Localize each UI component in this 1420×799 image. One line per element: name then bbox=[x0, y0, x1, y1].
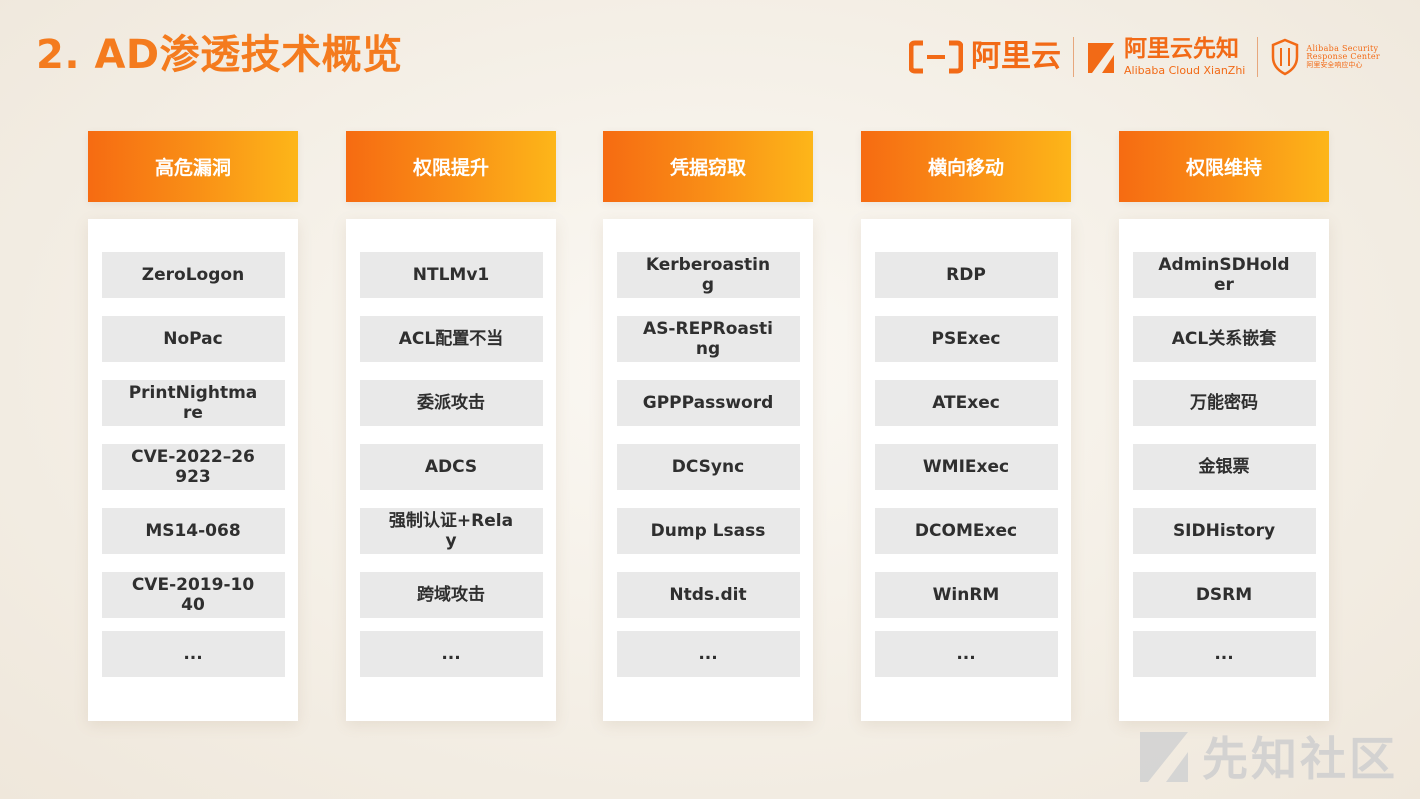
list-item: ACL关系嵌套 bbox=[1132, 316, 1316, 362]
xianzhi-watermark-icon bbox=[1140, 732, 1188, 782]
column-body: NTLMv1 ACL配置不当 委派攻击 ADCS 强制认证+Relay 跨域攻击… bbox=[346, 219, 556, 721]
aliyun-logo: 阿里云 bbox=[909, 39, 1061, 75]
page-title: 2. AD渗透技术概览 bbox=[36, 32, 403, 78]
column-persistence: 权限维持 AdminSDHolder ACL关系嵌套 万能密码 金银票 SIDH… bbox=[1119, 131, 1329, 721]
column-header: 权限维持 bbox=[1119, 131, 1329, 202]
logo-divider bbox=[1257, 37, 1259, 77]
column-body: AdminSDHolder ACL关系嵌套 万能密码 金银票 SIDHistor… bbox=[1119, 219, 1329, 721]
list-item: ACL配置不当 bbox=[359, 316, 543, 362]
list-item: ATExec bbox=[874, 380, 1058, 426]
column-header: 凭据窃取 bbox=[603, 131, 813, 202]
column-body: ZeroLogon NoPac PrintNightmare CVE-2022–… bbox=[88, 219, 298, 721]
aliyun-logo-text: 阿里云 bbox=[971, 39, 1061, 74]
list-item: DSRM bbox=[1132, 572, 1316, 618]
list-item: ADCS bbox=[359, 444, 543, 490]
xianzhi-logo-en: Alibaba Cloud XianZhi bbox=[1124, 64, 1246, 77]
list-item: Kerberoasting bbox=[616, 252, 800, 298]
column-header: 权限提升 bbox=[346, 131, 556, 202]
list-item: NoPac bbox=[101, 316, 285, 362]
column-lateral-movement: 横向移动 RDP PSExec ATExec WMIExec DCOMExec … bbox=[861, 131, 1071, 721]
list-item: MS14-068 bbox=[101, 508, 285, 554]
list-item: AdminSDHolder bbox=[1132, 252, 1316, 298]
asrc-logo: Alibaba Security Response Center 阿里安全响应中… bbox=[1270, 38, 1380, 76]
list-item: SIDHistory bbox=[1132, 508, 1316, 554]
column-body: Kerberoasting AS-REPRoasting GPPPassword… bbox=[603, 219, 813, 721]
brand-logos: 阿里云 阿里云先知 Alibaba Cloud XianZhi Alibaba … bbox=[909, 34, 1380, 80]
list-item: Ntds.dit bbox=[616, 572, 800, 618]
list-item: ... bbox=[616, 631, 800, 677]
column-privilege-escalation: 权限提升 NTLMv1 ACL配置不当 委派攻击 ADCS 强制认证+Relay… bbox=[346, 131, 556, 721]
xianzhi-logo-cn: 阿里云先知 bbox=[1124, 36, 1239, 62]
list-item: 金银票 bbox=[1132, 444, 1316, 490]
asrc-logo-cn: 阿里安全响应中心 bbox=[1306, 60, 1363, 69]
list-item: 委派攻击 bbox=[359, 380, 543, 426]
logo-divider bbox=[1073, 37, 1074, 77]
watermark: 先知社区 bbox=[1136, 723, 1398, 789]
list-item: Dump Lsass bbox=[616, 508, 800, 554]
list-item: 跨域攻击 bbox=[359, 572, 543, 618]
list-item: CVE-2019-1040 bbox=[101, 572, 285, 618]
shield-icon bbox=[1272, 38, 1299, 76]
list-item: DCSync bbox=[616, 444, 800, 490]
list-item: 万能密码 bbox=[1132, 380, 1316, 426]
list-item: WMIExec bbox=[874, 444, 1058, 490]
column-credential-theft: 凭据窃取 Kerberoasting AS-REPRoasting GPPPas… bbox=[603, 131, 813, 721]
list-item: AS-REPRoasting bbox=[616, 316, 800, 362]
column-header: 横向移动 bbox=[861, 131, 1071, 202]
list-item: GPPPassword bbox=[616, 380, 800, 426]
list-item: PrintNightmare bbox=[101, 380, 285, 426]
xianzhi-logo: 阿里云先知 Alibaba Cloud XianZhi bbox=[1086, 38, 1245, 76]
list-item: ZeroLogon bbox=[101, 252, 285, 298]
list-item: RDP bbox=[874, 252, 1058, 298]
list-item: PSExec bbox=[874, 316, 1058, 362]
watermark-text: 先知社区 bbox=[1202, 732, 1398, 786]
list-item: CVE-2022–26923 bbox=[101, 444, 285, 490]
list-item: ... bbox=[101, 631, 285, 677]
column-body: RDP PSExec ATExec WMIExec DCOMExec WinRM… bbox=[861, 219, 1071, 721]
xianzhi-mark-icon bbox=[1088, 43, 1114, 73]
list-item: ... bbox=[359, 631, 543, 677]
list-item: 强制认证+Relay bbox=[359, 508, 543, 554]
list-item: NTLMv1 bbox=[359, 252, 543, 298]
column-high-risk-vulns: 高危漏洞 ZeroLogon NoPac PrintNightmare CVE-… bbox=[88, 131, 298, 721]
list-item: ... bbox=[874, 631, 1058, 677]
aliyun-bracket-icon bbox=[909, 40, 963, 74]
list-item: ... bbox=[1132, 631, 1316, 677]
column-header: 高危漏洞 bbox=[88, 131, 298, 202]
list-item: WinRM bbox=[874, 572, 1058, 618]
list-item: DCOMExec bbox=[874, 508, 1058, 554]
